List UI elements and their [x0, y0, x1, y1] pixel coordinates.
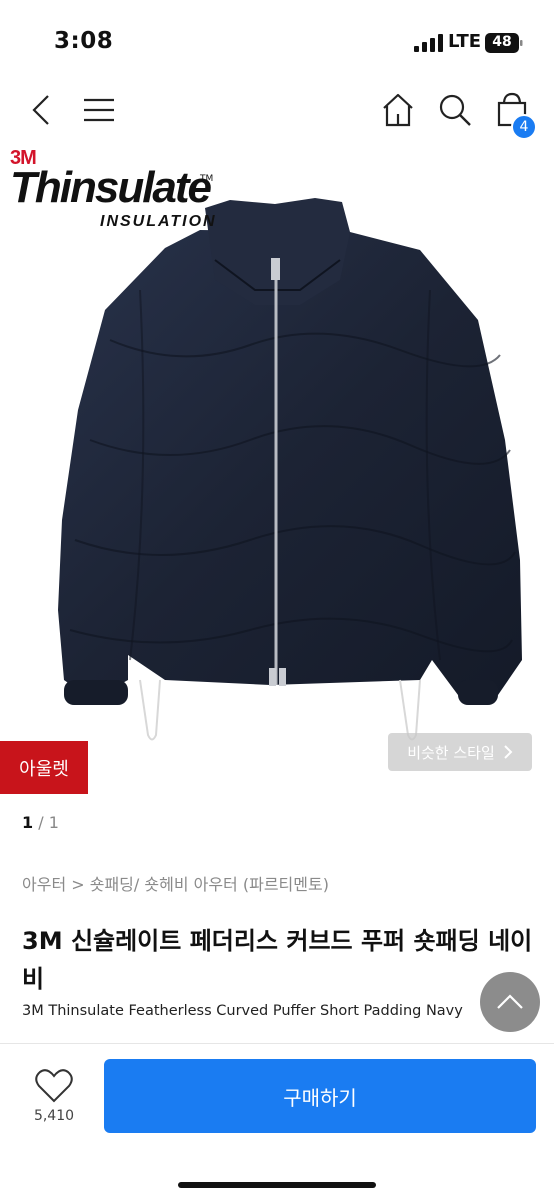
- similar-style-label: 비슷한 스타일: [407, 743, 495, 762]
- outlet-badge: 아울렛: [0, 741, 88, 794]
- scroll-top-button[interactable]: [480, 972, 540, 1032]
- similar-style-button[interactable]: 비슷한 스타일: [388, 733, 532, 771]
- signal-icon: [414, 34, 443, 52]
- product-image[interactable]: [0, 140, 554, 812]
- home-icon: [383, 93, 413, 127]
- buy-button[interactable]: 구매하기: [104, 1059, 536, 1133]
- home-indicator: [178, 1182, 376, 1188]
- back-icon: [32, 95, 49, 125]
- search-button[interactable]: [433, 88, 477, 132]
- menu-button[interactable]: [77, 88, 121, 132]
- pager-separator: /: [33, 813, 49, 832]
- cart-button[interactable]: 4: [490, 88, 537, 140]
- jacket-image: [58, 198, 522, 741]
- chevron-up-icon: [497, 994, 523, 1009]
- menu-icon: [84, 98, 114, 122]
- chevron-right-icon: [504, 745, 513, 759]
- brand-tm: TM: [200, 174, 214, 184]
- heart-icon: [35, 1069, 73, 1103]
- battery-icon: 48: [485, 33, 523, 53]
- search-icon: [439, 94, 471, 126]
- wishlist-count: 5,410: [33, 1108, 75, 1124]
- network-label: LTE: [448, 31, 482, 52]
- status-time: 3:08: [54, 28, 114, 54]
- brand-logo-insulation: INSULATION: [100, 213, 217, 230]
- product-title-english: 3M Thinsulate Featherless Curved Puffer …: [22, 1003, 463, 1019]
- image-pager: 1 / 1: [22, 813, 59, 832]
- cart-count-badge: 4: [511, 114, 537, 140]
- battery-level: 48: [492, 34, 512, 50]
- brand-logo-thinsulate: Thinsulate: [10, 163, 212, 212]
- pager-total: 1: [48, 813, 59, 832]
- pager-current: 1: [22, 813, 34, 832]
- back-button[interactable]: [20, 88, 64, 132]
- home-button[interactable]: [376, 88, 420, 132]
- breadcrumb[interactable]: 아우터 > 숏패딩/ 숏헤비 아우터 (파르티멘토): [22, 871, 329, 895]
- product-title-korean: 3M 신슐레이트 페더리스 커브드 푸퍼 숏패딩 네이비: [22, 927, 533, 993]
- divider: [0, 1043, 554, 1044]
